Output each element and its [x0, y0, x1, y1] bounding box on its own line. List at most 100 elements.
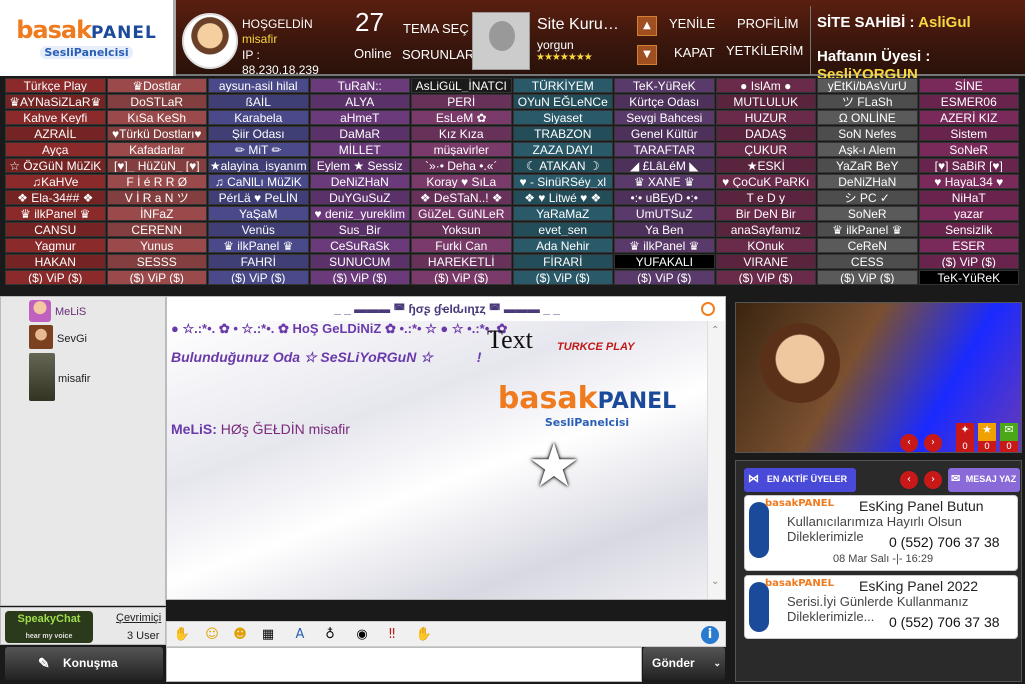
- room-button[interactable]: ☾ ATAKAN ☽: [512, 158, 613, 173]
- room-button[interactable]: ßAİL: [208, 94, 309, 109]
- room-button[interactable]: Karabela: [208, 110, 309, 125]
- user-avatar-melis[interactable]: [29, 300, 51, 322]
- room-button[interactable]: ♛ XANE ♛: [614, 174, 715, 189]
- profile-button[interactable]: PROFİLİM: [737, 16, 798, 31]
- room-button[interactable]: Eylem ★ Sessiz: [309, 158, 410, 173]
- scroll-down-icon[interactable]: ⌄: [711, 576, 719, 587]
- info-icon[interactable]: i: [701, 626, 719, 644]
- room-button[interactable]: ÇUKUR: [715, 142, 816, 157]
- star-icon[interactable]: ★: [978, 423, 996, 441]
- room-button[interactable]: DeNiZHaN: [817, 174, 918, 189]
- room-button[interactable]: SoN Nefes: [817, 126, 918, 141]
- next-icon[interactable]: ›: [924, 471, 942, 489]
- message-icon[interactable]: ✉: [1000, 423, 1018, 441]
- room-button[interactable]: SoNeR: [918, 142, 1019, 157]
- room-button[interactable]: シ PC ✓: [817, 190, 918, 205]
- gift-icon[interactable]: ✋: [415, 626, 433, 644]
- hand-icon[interactable]: ✋: [173, 626, 191, 644]
- refresh-icon[interactable]: [701, 302, 715, 316]
- room-button[interactable]: Türkçe Play: [5, 78, 106, 93]
- room-button[interactable]: CANSU: [5, 222, 106, 237]
- room-button[interactable]: OYuN EĞLeNCe: [512, 94, 613, 109]
- speakychat-logo[interactable]: SpeakyChat hear my voice: [5, 611, 93, 643]
- room-button[interactable]: •:• uBEyD •:•: [614, 190, 715, 205]
- room-button[interactable]: ($) ViP ($): [918, 254, 1019, 269]
- room-button[interactable]: [♥]_ HüZüN_ [♥]: [106, 158, 207, 173]
- room-button[interactable]: TRABZON: [512, 126, 613, 141]
- room-button[interactable]: yazar: [918, 206, 1019, 221]
- room-button[interactable]: anaSayfamız: [715, 222, 816, 237]
- room-button[interactable]: ($) ViP ($): [817, 270, 918, 285]
- room-button[interactable]: YUFAKALI: [614, 254, 715, 269]
- room-button[interactable]: ($) ViP ($): [411, 270, 512, 285]
- room-button[interactable]: Venüs: [208, 222, 309, 237]
- room-button[interactable]: ($) ViP ($): [5, 270, 106, 285]
- prev-icon[interactable]: ‹: [900, 434, 918, 452]
- room-button[interactable]: ✏ MiT ✏: [208, 142, 309, 157]
- room-button[interactable]: Yagmur: [5, 238, 106, 253]
- room-button[interactable]: ♛ ilkPanel ♛: [614, 238, 715, 253]
- room-button[interactable]: FAHRİ: [208, 254, 309, 269]
- room-button[interactable]: KıSa KeSh: [106, 110, 207, 125]
- room-button[interactable]: müşavirler: [411, 142, 512, 157]
- room-button[interactable]: ($) ViP ($): [614, 270, 715, 285]
- active-members-button[interactable]: ⋈ EN AKTİF ÜYELER: [744, 468, 856, 492]
- room-button[interactable]: VIRANE: [715, 254, 816, 269]
- emoji-icon[interactable]: ☻: [231, 626, 249, 644]
- room-button[interactable]: CeSuRaSk: [309, 238, 410, 253]
- room-button[interactable]: TÜRKİYEM: [512, 78, 613, 93]
- room-button[interactable]: CESS: [817, 254, 918, 269]
- smiley-icon[interactable]: ☺: [203, 626, 221, 644]
- room-button[interactable]: ♫KaHVe: [5, 174, 106, 189]
- room-button[interactable]: YaŞaM: [208, 206, 309, 221]
- room-button[interactable]: ZAZA DAYI: [512, 142, 613, 157]
- gift-icon[interactable]: ✦: [956, 423, 974, 441]
- user-avatar-misafir[interactable]: [29, 353, 55, 401]
- room-button[interactable]: SİNE: [918, 78, 1019, 93]
- room-button[interactable]: YaRaMaZ: [512, 206, 613, 221]
- room-button[interactable]: Kahve Keyfi: [5, 110, 106, 125]
- film-icon[interactable]: ▦: [259, 626, 277, 644]
- room-button[interactable]: DuYGuSuZ: [309, 190, 410, 205]
- room-button[interactable]: Şiir Odası: [208, 126, 309, 141]
- bell-icon[interactable]: ♁: [321, 626, 339, 644]
- room-button[interactable]: ツ FLaSh: [817, 94, 918, 109]
- room-button[interactable]: TeK-YüReK: [918, 270, 1019, 285]
- font-icon[interactable]: A: [291, 626, 309, 644]
- prev-icon[interactable]: ‹: [900, 471, 918, 489]
- room-button[interactable]: Bir DeN Bir: [715, 206, 816, 221]
- room-button[interactable]: PERİ: [411, 94, 512, 109]
- room-button[interactable]: TeK-YüReK: [614, 78, 715, 93]
- room-button[interactable]: MİLLET: [309, 142, 410, 157]
- theme-button[interactable]: TEMA SEÇ: [403, 21, 469, 36]
- chat-scrollbar[interactable]: ⌃ ⌄: [707, 321, 725, 599]
- logo[interactable]: basakPANEL SesliPanelcisi: [0, 0, 176, 76]
- room-button[interactable]: AZERİ KIZ: [918, 110, 1019, 125]
- room-button[interactable]: HAKAN: [5, 254, 106, 269]
- room-button[interactable]: T e D y: [715, 190, 816, 205]
- user-avatar-sevgi[interactable]: [29, 325, 53, 349]
- room-button[interactable]: SoNeR: [817, 206, 918, 221]
- room-button[interactable]: yEtKi/bAsVurU: [817, 78, 918, 93]
- room-button[interactable]: DaMaR: [309, 126, 410, 141]
- message-input[interactable]: [166, 647, 642, 682]
- alert-icon[interactable]: ‼: [383, 626, 401, 644]
- room-button[interactable]: Ada Nehir: [512, 238, 613, 253]
- eye-icon[interactable]: ◉: [353, 626, 371, 644]
- room-button[interactable]: DADAŞ: [715, 126, 816, 141]
- room-button[interactable]: ♥ deniz_yureklim: [309, 206, 410, 221]
- room-button[interactable]: NiHaT: [918, 190, 1019, 205]
- close-button[interactable]: KAPAT: [674, 45, 715, 60]
- room-button[interactable]: CeReN: [817, 238, 918, 253]
- issues-button[interactable]: SORUNLAR: [402, 47, 474, 62]
- room-button[interactable]: Yoksun: [411, 222, 512, 237]
- room-button[interactable]: Ayça: [5, 142, 106, 157]
- room-button[interactable]: ALYA: [309, 94, 410, 109]
- chevron-up-icon[interactable]: ▲: [637, 16, 657, 36]
- room-button[interactable]: ❖ Ela-34## ❖: [5, 190, 106, 205]
- speak-button[interactable]: ✎ Konuşma: [5, 647, 163, 680]
- room-button[interactable]: Ya Ben: [614, 222, 715, 237]
- room-button[interactable]: ($) ViP ($): [106, 270, 207, 285]
- online-link[interactable]: Çevrimiçi: [116, 612, 161, 624]
- room-button[interactable]: HUZUR: [715, 110, 816, 125]
